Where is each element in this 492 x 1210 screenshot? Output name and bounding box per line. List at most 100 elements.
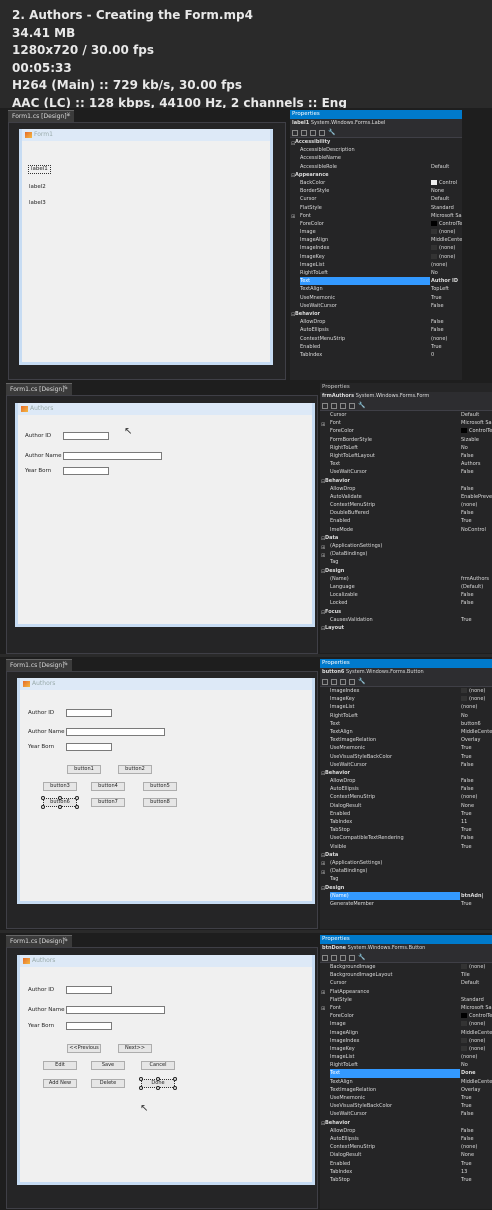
property-row[interactable]: ImageList (none) <box>320 1053 492 1061</box>
property-row[interactable]: TabIndex 11 <box>320 818 492 826</box>
property-value[interactable]: 0 <box>431 351 462 359</box>
property-value[interactable]: None <box>461 802 492 810</box>
property-row[interactable]: ⊞ (DataBindings) <box>320 867 492 876</box>
author-id-input[interactable] <box>66 986 112 994</box>
property-value[interactable]: (Default) <box>461 583 492 591</box>
close-icon[interactable]: ✕ <box>62 660 67 667</box>
add-new-button[interactable]: Add New <box>43 1079 77 1088</box>
property-value[interactable]: True <box>461 810 492 818</box>
property-row[interactable]: (Name) frmAuthors <box>320 575 492 583</box>
property-row[interactable]: UseVisualStyleBackColor True <box>320 753 492 761</box>
property-row[interactable]: Text Done <box>320 1069 492 1078</box>
events-icon[interactable] <box>319 130 325 136</box>
property-row[interactable]: ImeMode NoControl <box>320 526 492 534</box>
categorized-icon[interactable] <box>322 955 328 961</box>
property-row[interactable]: BackColor Control <box>290 179 462 187</box>
year-born-input[interactable] <box>63 467 109 475</box>
property-value[interactable]: Microsoft Sans Serif <box>431 212 462 220</box>
save-button[interactable]: Save <box>91 1061 125 1070</box>
property-value[interactable]: False <box>461 777 492 785</box>
property-value[interactable]: True <box>461 1176 492 1184</box>
property-row[interactable]: Text Authors <box>320 460 492 468</box>
property-row[interactable]: ImageKey (none) <box>320 695 492 703</box>
categorized-icon[interactable] <box>322 679 328 685</box>
property-category[interactable]: ⊟ Accessibility <box>290 138 462 147</box>
property-category[interactable]: ⊟ Design <box>320 884 492 893</box>
property-value[interactable]: button6 <box>461 720 492 728</box>
categorized-icon[interactable] <box>292 130 298 136</box>
property-row[interactable]: BorderStyle None <box>290 187 462 195</box>
property-row[interactable]: Tag <box>320 875 492 883</box>
property-value[interactable]: False <box>461 591 492 599</box>
resize-handle[interactable] <box>75 796 79 800</box>
property-value[interactable]: False <box>461 1135 492 1143</box>
form-window[interactable]: Authors Author ID Author Name Year Born … <box>17 955 315 1185</box>
property-row[interactable]: ⊞FontMicrosoft Sans Serif, 8.25pt <box>320 419 492 428</box>
property-row[interactable]: (Name) btnAdn| <box>320 891 492 900</box>
property-row[interactable]: UseMnemonic True <box>290 294 462 302</box>
events-icon[interactable] <box>349 955 355 961</box>
property-value[interactable]: EnablePreventFocusChange <box>461 493 492 501</box>
wrench-icon[interactable]: 🔧 <box>328 129 335 136</box>
property-row[interactable]: ⊞ FlatAppearance <box>320 988 492 997</box>
property-row[interactable]: AccessibleName <box>290 154 462 162</box>
property-row[interactable]: ImageAlign MiddleCenter <box>320 1029 492 1037</box>
resize-handle[interactable] <box>156 1077 160 1081</box>
property-row[interactable]: UseWaitCursor False <box>320 1110 492 1118</box>
property-row[interactable]: UseMnemonic True <box>320 1094 492 1102</box>
property-category[interactable]: ⊟ Behavior <box>290 310 462 319</box>
properties-icon[interactable] <box>340 955 346 961</box>
property-row[interactable]: ImageIndex (none) <box>290 244 462 252</box>
property-row[interactable]: Enabled True <box>290 343 462 351</box>
property-value[interactable]: No <box>431 269 462 277</box>
property-row[interactable]: Cursor Default <box>320 411 492 419</box>
resize-handle[interactable] <box>173 1086 177 1090</box>
property-value[interactable]: (none) <box>461 687 492 695</box>
property-row[interactable]: TextAlign TopLeft <box>290 285 462 293</box>
property-value[interactable]: None <box>461 1151 492 1159</box>
property-value[interactable]: btnAdn| <box>461 892 492 900</box>
alphabetical-icon[interactable] <box>331 403 337 409</box>
property-value[interactable]: True <box>461 900 492 908</box>
property-value[interactable]: False <box>431 302 462 310</box>
property-value[interactable]: NoControl <box>461 526 492 534</box>
property-value[interactable]: MiddleCenter <box>431 236 462 244</box>
property-row[interactable]: Cursor Default <box>320 979 492 987</box>
label-1[interactable]: label1 <box>28 165 51 174</box>
form-window[interactable]: Form1 label1 label2 label3 <box>19 129 273 365</box>
property-row[interactable]: AllowDrop False <box>320 1127 492 1135</box>
property-row[interactable]: TextImageRelation Overlay <box>320 1086 492 1094</box>
property-value[interactable]: ControlText <box>461 1012 492 1020</box>
property-value[interactable]: Overlay <box>461 1086 492 1094</box>
property-value[interactable]: (none) <box>461 963 492 971</box>
author-name-input[interactable] <box>66 728 165 736</box>
property-category[interactable]: ⊟ Focus <box>320 608 492 617</box>
button-3[interactable]: button3 <box>43 782 77 791</box>
form-window[interactable]: Authors Author ID Author Name Year Born … <box>15 403 315 627</box>
property-value[interactable]: True <box>461 1160 492 1168</box>
property-row[interactable]: AllowDrop False <box>320 485 492 493</box>
resize-handle[interactable] <box>75 805 79 809</box>
properties-icon[interactable] <box>340 679 346 685</box>
close-icon[interactable]: ✕ <box>66 111 71 118</box>
property-row[interactable]: ContextMenuStrip (none) <box>290 335 462 343</box>
next-button[interactable]: Next>> <box>118 1044 152 1053</box>
selected-object[interactable]: frmAuthors System.Windows.Forms.Form <box>320 392 492 401</box>
property-value[interactable]: True <box>461 517 492 525</box>
property-value[interactable]: False <box>461 761 492 769</box>
property-value[interactable]: Overlay <box>461 736 492 744</box>
button-2[interactable]: button2 <box>118 765 152 774</box>
property-value[interactable]: True <box>431 343 462 351</box>
label-3[interactable]: label3 <box>29 200 46 207</box>
alphabetical-icon[interactable] <box>301 130 307 136</box>
property-value[interactable]: No <box>461 444 492 452</box>
property-row[interactable]: GenerateMember True <box>320 900 492 908</box>
edit-button[interactable]: Edit <box>43 1061 77 1070</box>
property-row[interactable]: FlatStyle Standard <box>320 996 492 1004</box>
property-value[interactable]: False <box>461 1127 492 1135</box>
property-category[interactable]: ⊟ Layout <box>320 624 492 633</box>
property-row[interactable]: Text Author ID <box>290 277 462 286</box>
property-value[interactable]: (none) <box>461 703 492 711</box>
wrench-icon[interactable]: 🔧 <box>358 954 365 961</box>
selected-object[interactable]: label1 System.Windows.Forms.Label <box>290 119 462 128</box>
